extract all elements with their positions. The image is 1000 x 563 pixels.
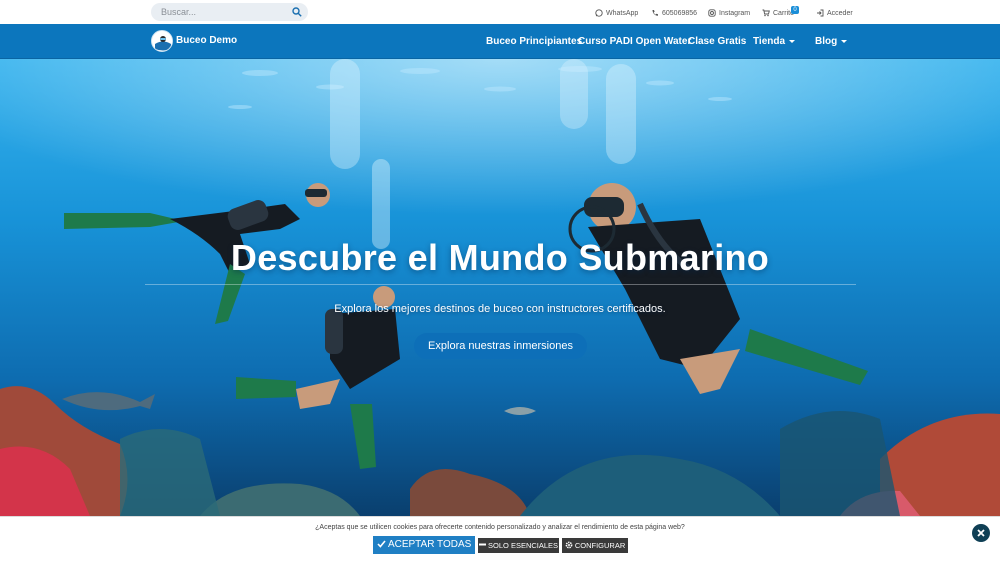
top-utility-bar: WhatsApp 605069856 Instagram Carrito 0 A… [0, 0, 1000, 24]
hero-subtitle: Explora los mejores destinos de buceo co… [334, 303, 666, 315]
whatsapp-icon [595, 9, 603, 17]
whatsapp-link[interactable]: WhatsApp [595, 7, 638, 19]
login-link[interactable]: Acceder [816, 7, 853, 19]
search-input[interactable] [161, 5, 281, 19]
main-navbar: Buceo Demo Buceo Principiantes Curso PAD… [0, 24, 1000, 59]
close-icon [977, 529, 985, 537]
hero-underwater-image [0, 59, 1000, 516]
phone-number: 605069856 [662, 9, 698, 17]
search-icon[interactable] [292, 7, 302, 17]
configure-cookies-button[interactable]: CONFIGURAR [562, 538, 628, 553]
brand-logo[interactable] [151, 30, 173, 52]
chevron-down-icon [789, 39, 796, 43]
hero-section: Descubre el Mundo Submarino Explora los … [0, 59, 1000, 516]
nav-item-tienda[interactable]: Tienda [753, 36, 796, 47]
check-icon [377, 540, 386, 548]
minus-icon [478, 543, 486, 546]
gear-icon [565, 541, 573, 549]
cart-icon [762, 9, 770, 17]
nav-item-tienda-label: Tienda [753, 36, 786, 47]
chevron-down-icon [841, 39, 848, 43]
cookie-message: ¿Aceptas que se utilicen cookies para of… [315, 524, 685, 531]
cookie-consent-bar: ¿Aceptas que se utilicen cookies para of… [0, 516, 1000, 563]
essential-cookies-button[interactable]: SOLO ESENCIALES [478, 538, 559, 553]
explore-dives-button[interactable]: Explora nuestras inmersiones [414, 333, 587, 359]
cookie-close-button[interactable] [972, 524, 990, 542]
search-box [151, 3, 308, 21]
nav-item-curso-padi[interactable]: Curso PADI Open Water [578, 36, 691, 47]
configure-label: CONFIGURAR [574, 541, 626, 550]
instagram-label: Instagram [719, 9, 751, 17]
instagram-icon [708, 9, 716, 17]
phone-icon [652, 10, 658, 16]
nav-item-buceo-principiantes[interactable]: Buceo Principiantes [486, 36, 582, 47]
essential-label: SOLO ESENCIALES [488, 541, 559, 550]
nav-item-blog[interactable]: Blog [815, 36, 848, 47]
login-icon [817, 9, 824, 17]
cart-count-badge: 0 [791, 6, 799, 14]
cart-link[interactable]: Carrito [762, 7, 794, 19]
nav-item-clase-gratis[interactable]: Clase Gratis [688, 36, 746, 47]
hero-title: Descubre el Mundo Submarino [230, 237, 770, 278]
accept-all-label: ACEPTAR TODAS [387, 539, 472, 550]
nav-item-blog-label: Blog [815, 36, 838, 47]
login-label: Acceder [827, 9, 853, 17]
instagram-link[interactable]: Instagram [708, 7, 750, 19]
hero-divider [145, 284, 856, 285]
whatsapp-label: WhatsApp [606, 9, 639, 17]
accept-all-cookies-button[interactable]: ACEPTAR TODAS [373, 536, 475, 554]
brand-name[interactable]: Buceo Demo [176, 35, 237, 46]
phone-link[interactable]: 605069856 [651, 7, 697, 19]
diver-logo-icon [153, 32, 172, 51]
